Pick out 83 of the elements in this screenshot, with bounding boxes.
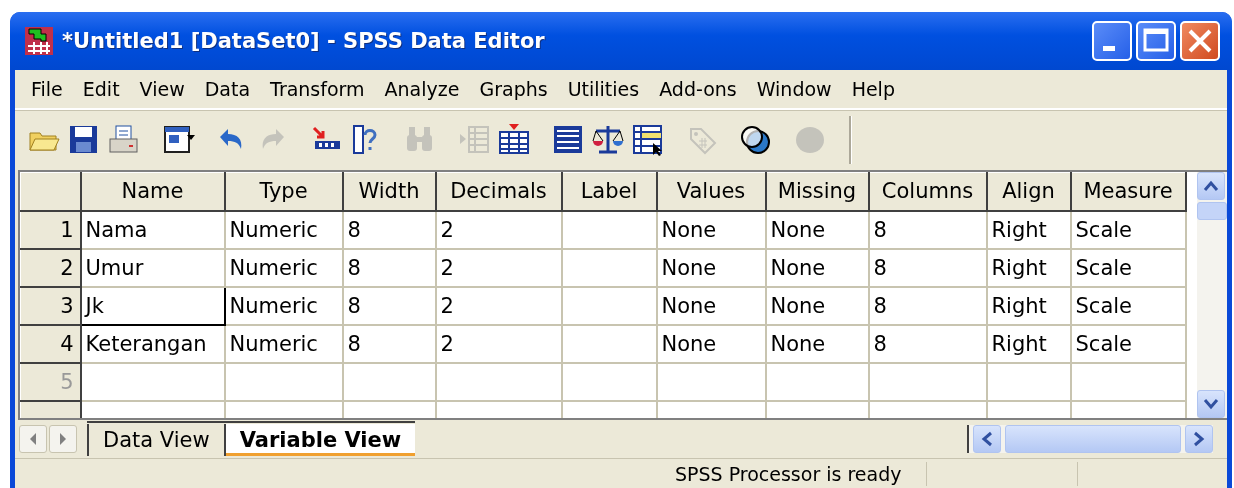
caret-right-icon	[1193, 431, 1205, 447]
table-cell: Jk	[80, 286, 225, 325]
caret-up-icon	[1203, 180, 1219, 192]
table-cell: 8	[868, 248, 987, 287]
caret-down-icon	[1203, 398, 1219, 410]
scroll-down-button[interactable]	[1197, 390, 1225, 418]
table-cell: Right	[986, 210, 1071, 249]
tab-scroll-left-button[interactable]	[19, 425, 47, 453]
column-header[interactable]: Values	[656, 172, 766, 211]
triangle-right-icon[interactable]	[58, 431, 68, 447]
table-cell: 8	[868, 210, 987, 249]
table-cell: Scale	[1070, 210, 1186, 249]
scroll-right-button[interactable]	[1185, 425, 1213, 453]
table-cell: 2	[435, 248, 562, 287]
table-cell: Scale	[1070, 248, 1186, 287]
column-header[interactable]: Columns	[868, 172, 987, 211]
scroll-up-button[interactable]	[1197, 172, 1225, 200]
column-header[interactable]: Align	[986, 172, 1071, 211]
select-cases-icon[interactable]	[631, 123, 665, 157]
table-cell: Umur	[80, 248, 225, 287]
table-cell: None	[656, 248, 766, 287]
table-cell: None	[765, 248, 869, 287]
table-cell: 8	[868, 286, 987, 325]
tab-scroll-right-button[interactable]	[49, 425, 77, 453]
status-text: SPSS Processor is ready	[675, 462, 903, 485]
menu-item[interactable]: Graphs	[469, 78, 558, 100]
menu-item[interactable]: Data	[194, 78, 261, 100]
table-cell: Right	[986, 248, 1071, 287]
table-cell: Numeric	[224, 324, 343, 363]
triangle-left-icon[interactable]	[28, 431, 38, 447]
menu-item[interactable]: Analyze	[374, 78, 470, 100]
column-header[interactable]: Width	[342, 172, 436, 211]
column-header[interactable]: Type	[224, 172, 343, 211]
table-cell: None	[656, 210, 766, 249]
table-cell: 8	[342, 210, 436, 249]
table-cell: Right	[986, 286, 1071, 325]
table-cell: Numeric	[224, 248, 343, 287]
menu-item[interactable]: Add-ons	[649, 78, 747, 100]
table-cell: Numeric	[224, 210, 343, 249]
table-cell: 8	[342, 286, 436, 325]
app-icon	[24, 26, 54, 56]
table-cell: Scale	[1070, 324, 1186, 363]
table-cell: 8	[342, 324, 436, 363]
column-header[interactable]: Missing	[765, 172, 869, 211]
table-cell: 8	[868, 324, 987, 363]
table-cell: 2	[435, 210, 562, 249]
menu-item[interactable]: Window	[746, 78, 842, 100]
menu-item[interactable]: Help	[841, 78, 905, 100]
column-header[interactable]: Decimals	[435, 172, 562, 211]
table-cell: None	[656, 324, 766, 363]
table-cell: None	[765, 286, 869, 325]
row-number[interactable]: 1	[20, 210, 81, 249]
caret-left-icon	[981, 431, 993, 447]
table-cell: None	[765, 210, 869, 249]
scroll-left-button[interactable]	[973, 425, 1001, 453]
table-cell: 8	[342, 248, 436, 287]
menu-item[interactable]: Edit	[72, 78, 130, 100]
window-title: *Untitled1 [DataSet0] - SPSS Data Editor	[62, 29, 546, 53]
table-cell: Keterangan	[80, 324, 225, 363]
table-cell: None	[656, 286, 766, 325]
table-cell: 2	[435, 286, 562, 325]
scroll-thumb[interactable]	[1197, 202, 1227, 220]
table-cell: Nama	[80, 210, 225, 249]
overlapping-circles-icon[interactable]	[739, 123, 773, 157]
row-number[interactable]: 2	[20, 248, 81, 287]
row-number[interactable]: 4	[20, 324, 81, 363]
menu-item[interactable]: File	[21, 78, 73, 100]
table-cell: 2	[435, 324, 562, 363]
menu-item[interactable]: Transform	[260, 78, 375, 100]
column-header[interactable]: Name	[80, 172, 225, 211]
table-cell: Numeric	[224, 286, 343, 325]
table-cell: None	[765, 324, 869, 363]
menu-item[interactable]: Utilities	[557, 78, 650, 100]
scales-icon[interactable]	[591, 123, 625, 157]
column-header[interactable]: Label	[561, 172, 657, 211]
row-number[interactable]: 3	[20, 286, 81, 325]
scroll-thumb[interactable]	[1005, 425, 1181, 453]
insert-column-icon[interactable]	[497, 123, 531, 157]
view-tab[interactable]: Variable View	[223, 424, 416, 456]
column-header[interactable]: Measure	[1070, 172, 1186, 211]
table-cell: Right	[986, 324, 1071, 363]
table-cell: Scale	[1070, 286, 1186, 325]
menu-item[interactable]: View	[129, 78, 195, 100]
